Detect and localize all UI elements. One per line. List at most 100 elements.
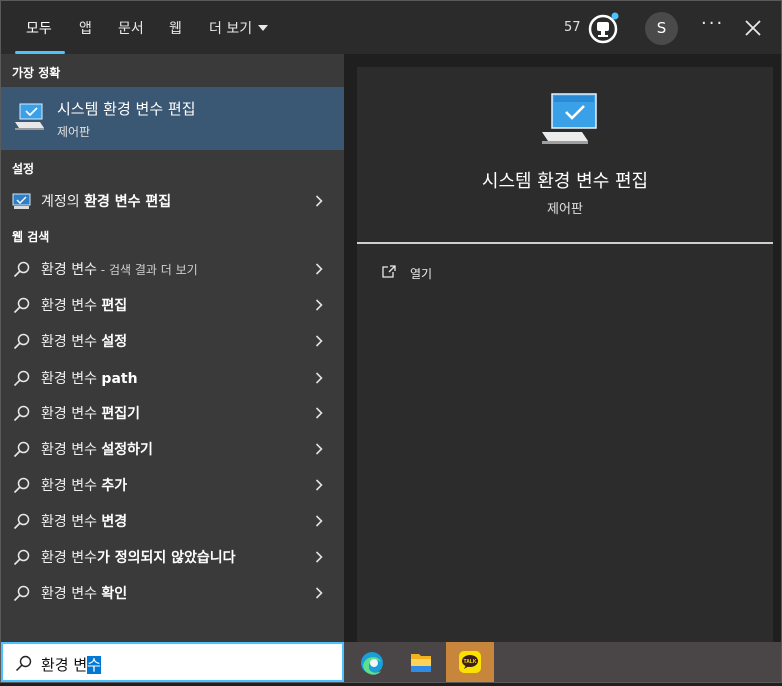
open-action-label: 열기: [410, 267, 433, 281]
search-composing-char: 수: [87, 656, 101, 674]
chevron-right-icon: [315, 335, 323, 347]
search-icon: [13, 370, 30, 387]
web-result-item[interactable]: 환경 변수 편집: [1, 287, 344, 323]
web-result-item[interactable]: 환경 변수 추가: [1, 467, 344, 503]
web-result-prefix: 환경 변수: [41, 334, 102, 350]
search-icon: [13, 405, 30, 422]
settings-item-edit-env-vars[interactable]: 계정의 환경 변수 편집: [1, 183, 344, 219]
search-icon: [13, 513, 30, 530]
web-result-item[interactable]: 환경 변수가 정의되지 않았습니다: [1, 539, 344, 575]
account-avatar[interactable]: S: [645, 12, 678, 45]
chevron-right-icon: [315, 515, 323, 527]
tab-web[interactable]: 웹: [169, 18, 182, 38]
file-explorer-icon: [411, 654, 431, 672]
web-result-item[interactable]: 환경 변수 설정: [1, 323, 344, 359]
search-icon: [13, 297, 30, 314]
web-result-bold: 설정: [101, 334, 128, 350]
web-result-item[interactable]: 환경 변수 path: [1, 360, 344, 396]
chevron-right-icon: [315, 195, 323, 207]
search-icon: [13, 549, 30, 566]
best-match-subtitle: 제어판: [57, 125, 91, 139]
preview-subtitle: 제어판: [547, 202, 583, 217]
system-properties-icon: [542, 93, 597, 144]
search-icon: [15, 655, 32, 672]
taskbar-edge[interactable]: [348, 642, 396, 682]
web-result-prefix: 환경 변수: [41, 262, 97, 278]
web-result-bold: path: [101, 371, 138, 387]
web-result-item[interactable]: 환경 변수 편집기: [1, 395, 344, 431]
web-result-label: 환경 변수 - 검색 결과 더 보기: [41, 259, 198, 279]
tab-more-label: 더 보기: [209, 21, 253, 37]
web-result-bold: 확인: [101, 586, 128, 602]
chevron-right-icon: [315, 479, 323, 491]
open-external-icon: [382, 265, 396, 278]
chevron-right-icon: [315, 299, 323, 311]
search-input[interactable]: 환경 변수: [41, 654, 101, 675]
taskbar: TALK: [344, 642, 781, 682]
more-options-button[interactable]: ···: [701, 13, 724, 34]
system-properties-icon: [15, 103, 44, 130]
search-box[interactable]: 환경 변수: [1, 642, 344, 682]
web-result-label: 환경 변수 설정하기: [41, 439, 153, 459]
settings-item-label: 계정의 환경 변수 편집: [41, 191, 171, 211]
web-result-bold: 편집: [101, 298, 128, 314]
web-result-prefix: 환경 변수: [41, 550, 97, 566]
rewards-trophy-icon[interactable]: [587, 12, 619, 44]
search-icon: [13, 441, 30, 458]
best-match-title: 시스템 환경 변수 편집: [57, 100, 196, 118]
rewards-points: 57: [564, 20, 581, 35]
web-result-hint: - 검색 결과 더 보기: [96, 263, 198, 277]
chevron-right-icon: [315, 587, 323, 599]
search-icon: [13, 477, 30, 494]
web-result-label: 환경 변수 설정: [41, 331, 127, 351]
web-result-item[interactable]: 환경 변수 설정하기: [1, 431, 344, 467]
web-result-prefix: 환경 변수: [41, 406, 102, 422]
search-icon: [13, 333, 30, 350]
taskbar-kakaotalk[interactable]: TALK: [446, 642, 494, 682]
web-result-prefix: 환경 변수: [41, 298, 102, 314]
taskbar-file-explorer[interactable]: [397, 642, 445, 682]
web-result-item[interactable]: 환경 변수 - 검색 결과 더 보기: [1, 251, 344, 287]
web-result-prefix: 환경 변수: [41, 586, 102, 602]
best-match-item[interactable]: 시스템 환경 변수 편집 제어판: [1, 87, 344, 150]
chevron-right-icon: [315, 263, 323, 275]
web-result-label: 환경 변수가 정의되지 않았습니다: [41, 547, 236, 567]
web-result-label: 환경 변수 path: [41, 368, 138, 388]
web-result-prefix: 환경 변수: [41, 371, 102, 387]
web-result-prefix: 환경 변수: [41, 442, 102, 458]
open-action[interactable]: 열기: [381, 262, 481, 286]
section-best-match: 가장 정확: [12, 66, 61, 80]
monitor-icon: [12, 193, 31, 209]
web-result-item[interactable]: 환경 변수 확인: [1, 575, 344, 611]
web-result-bold: 편집기: [101, 406, 141, 422]
kakaotalk-talk-label: TALK: [464, 659, 477, 665]
search-typed-text: 환경 변: [41, 656, 88, 674]
web-result-label: 환경 변수 편집기: [41, 403, 140, 423]
web-result-bold: 추가: [101, 478, 128, 494]
tab-apps[interactable]: 앱: [79, 18, 92, 38]
chevron-down-icon: [258, 25, 269, 31]
section-web-search: 웹 검색: [12, 230, 50, 244]
chevron-right-icon: [315, 407, 323, 419]
web-result-label: 환경 변수 편집: [41, 295, 127, 315]
web-result-label: 환경 변수 확인: [41, 583, 127, 603]
web-result-item[interactable]: 환경 변수 변경: [1, 503, 344, 539]
preview-panel: 시스템 환경 변수 편집 제어판 열기: [357, 67, 773, 642]
tab-more[interactable]: 더 보기: [209, 18, 269, 38]
web-result-bold: 변경: [101, 514, 128, 530]
kakaotalk-icon: TALK: [459, 651, 481, 673]
section-settings: 설정: [12, 162, 35, 176]
settings-item-bold: 환경 변수 편집: [84, 194, 172, 210]
tab-documents[interactable]: 문서: [118, 18, 144, 38]
web-result-label: 환경 변수 추가: [41, 475, 127, 495]
search-icon: [13, 261, 30, 278]
preview-divider: [357, 242, 773, 244]
web-result-label: 환경 변수 변경: [41, 511, 127, 531]
tab-all[interactable]: 모두: [26, 18, 52, 38]
search-icon: [13, 585, 30, 602]
top-bar: 모두 앱 문서 웹 더 보기 57 S ···: [1, 1, 781, 54]
chevron-right-icon: [315, 372, 323, 384]
close-icon[interactable]: [744, 19, 762, 37]
edge-icon: [361, 652, 383, 675]
settings-item-prefix: 계정의: [41, 194, 85, 210]
